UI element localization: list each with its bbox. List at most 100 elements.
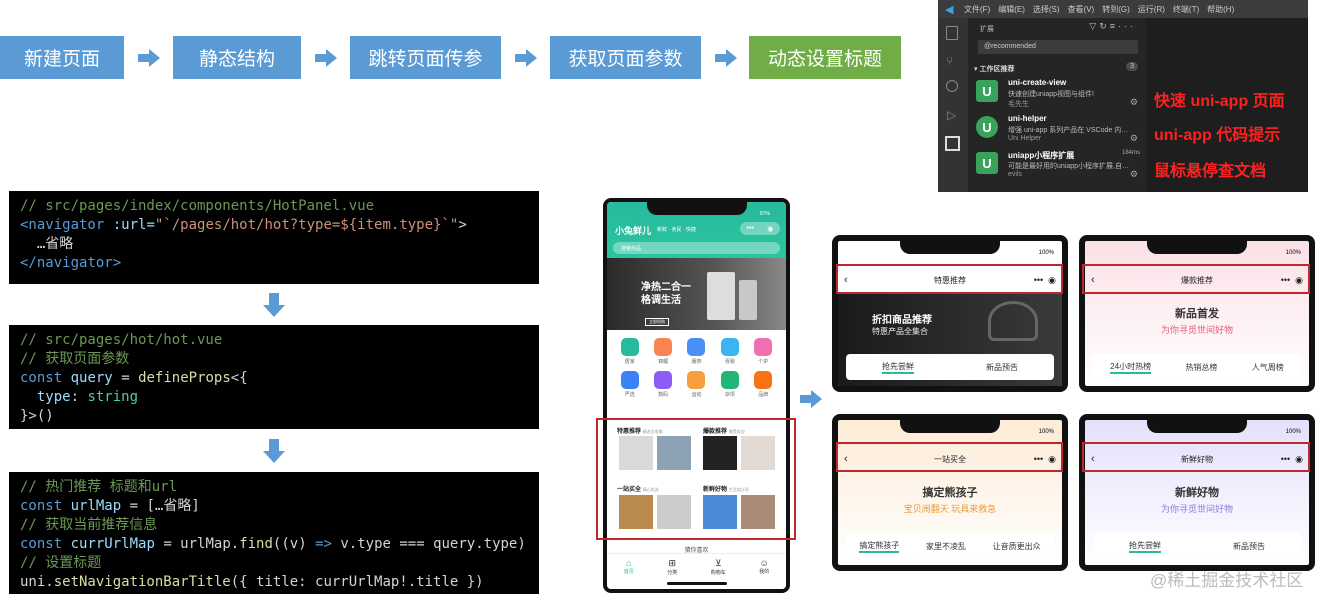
battery: 100% <box>1038 250 1054 256</box>
sub-tab[interactable]: 搞定熊孩子 <box>859 540 900 553</box>
sub-tabs: 搞定熊孩子 家里不凌乱 让音质更出众 <box>846 533 1054 559</box>
sub-tabs: 抢先尝鲜 新品预告 <box>1093 533 1301 559</box>
banner-title: 新品首发 <box>1175 308 1219 320</box>
banner-title: 搞定熊孩子 <box>922 487 978 499</box>
down-arrow-icon <box>263 439 285 463</box>
note-code-hints: uni-app 代码提示 <box>1154 127 1281 144</box>
extension-item[interactable]: U uni-helper 增强 uni-app 系列产品在 VSCode 内… … <box>974 112 1144 146</box>
search-input[interactable]: 搜索商品 <box>613 242 780 254</box>
nav-title-highlight <box>836 264 1063 294</box>
search-icon[interactable] <box>946 80 958 92</box>
watermark: @稀土掘金技术社区 <box>1150 571 1304 590</box>
tab-mine[interactable]: ☺ 我的 <box>759 558 769 589</box>
brand-slogan: 新鲜 · 亲民 · 快捷 <box>657 227 696 233</box>
explorer-icon[interactable] <box>946 26 958 40</box>
step-get-params: 获取页面参数 <box>550 36 701 79</box>
workspace-recommended-header[interactable]: ▾ 工作区推荐 <box>974 64 1014 74</box>
capsule-button[interactable]: ••• ◉ <box>740 222 780 235</box>
category-item[interactable]: 严选 <box>613 371 646 398</box>
home-indicator <box>667 582 727 585</box>
menu-run[interactable]: 运行(R) <box>1138 4 1165 15</box>
menu-terminal[interactable]: 终端(T) <box>1173 4 1199 15</box>
banner[interactable]: 净热二合一 格调生活 立即抢购 <box>607 258 786 330</box>
product-image <box>988 301 1038 341</box>
uni-helper-icon: U <box>976 116 998 138</box>
gear-icon[interactable]: ⚙ <box>1130 133 1138 144</box>
gear-icon[interactable]: ⚙ <box>1130 97 1138 108</box>
right-arrow-icon <box>715 49 737 67</box>
battery: 87% <box>759 211 770 217</box>
banner-button[interactable]: 立即抢购 <box>645 318 669 326</box>
extensions-icon[interactable] <box>945 136 960 151</box>
right-arrow-icon <box>138 49 160 67</box>
vscode-logo-icon: ◀ <box>945 4 954 16</box>
menu-edit[interactable]: 编辑(E) <box>998 4 1025 15</box>
category-item[interactable]: 数码 <box>646 371 679 398</box>
sub-tab[interactable]: 抢先尝鲜 <box>882 361 914 374</box>
note-quick-page: 快速 uni-app 页面 <box>1154 93 1285 110</box>
extensions-header: 扩展 <box>980 26 994 33</box>
phone-notch <box>900 241 1000 254</box>
uni-create-view-icon: U <box>976 80 998 102</box>
code-block-hot-vue: // src/pages/hot/hot.vue // 获取页面参数 const… <box>9 325 539 429</box>
extension-item[interactable]: U uni-create-view 快速创建uniapp视图与组件! 毛先生 ⚙ <box>974 76 1144 110</box>
hot-panel-highlight <box>596 418 796 540</box>
gear-icon[interactable]: ⚙ <box>1130 169 1138 180</box>
hot-page-phone: 100% ‹ 爆款推荐 ••• ◉ 新品首发 为你寻觅世间好物 24小时热榜 热… <box>1079 235 1315 392</box>
run-debug-icon[interactable]: ▷ <box>947 108 956 122</box>
activity-bar: ⑂ ▷ <box>938 18 968 192</box>
category-item[interactable]: 锦鲤 <box>646 338 679 365</box>
tab-home[interactable]: ⌂ 首页 <box>624 558 634 589</box>
menu-help[interactable]: 帮助(H) <box>1207 4 1234 15</box>
step-navigate-params: 跳转页面传参 <box>350 36 501 79</box>
sub-tab[interactable]: 新品预告 <box>986 362 1018 373</box>
category-item[interactable]: 杂项 <box>713 371 746 398</box>
menu-view[interactable]: 查看(V) <box>1068 4 1095 15</box>
battery: 100% <box>1285 429 1301 435</box>
banner-title: 新鲜好物 <box>1175 487 1219 499</box>
nav-title-highlight <box>836 442 1063 472</box>
extension-item[interactable]: U uniapp小程序扩展 184ms 可能是最好用的uniapp小程序扩展,自… <box>974 148 1144 182</box>
banner-subtitle: 特惠产品全集合 <box>872 327 928 336</box>
sub-tab[interactable]: 热销总榜 <box>1185 362 1217 373</box>
nav-title-highlight <box>1082 264 1310 294</box>
menu-file[interactable]: 文件(F) <box>964 4 990 15</box>
menu-selection[interactable]: 选择(S) <box>1033 4 1060 15</box>
hot-page-phone: 100% ‹ 特惠推荐 ••• ◉ 折扣商品推荐 特惠产品全集合 抢先尝鲜 新品… <box>832 235 1068 392</box>
panel-actions: ▽↻≡··· <box>1089 21 1136 31</box>
banner-title: 折扣商品推荐 <box>872 315 932 326</box>
sub-tab[interactable]: 让音质更出众 <box>993 541 1041 552</box>
section-count-badge: 3 <box>1126 62 1138 71</box>
hot-page-phone: 100% ‹ 一站买全 ••• ◉ 搞定熊孩子 宝贝闹翻天 玩具来救急 搞定熊孩… <box>832 414 1068 571</box>
sub-tab[interactable]: 人气周榜 <box>1252 362 1284 373</box>
extension-search-input[interactable]: @recommended <box>978 40 1138 54</box>
step-static-structure: 静态结构 <box>173 36 301 79</box>
sub-tab[interactable]: 新品预告 <box>1233 541 1265 552</box>
sub-tab[interactable]: 家里不凌乱 <box>926 541 966 552</box>
battery: 100% <box>1285 250 1301 256</box>
menu-go[interactable]: 转到(G) <box>1102 4 1130 15</box>
category-item[interactable]: 个护 <box>747 338 780 365</box>
category-item[interactable]: 服饰 <box>680 338 713 365</box>
category-item[interactable]: 居家 <box>613 338 646 365</box>
code-block-hotpanel: // src/pages/index/components/HotPanel.v… <box>9 191 539 284</box>
category-item[interactable]: 运动 <box>680 371 713 398</box>
banner-subtitle: 为你寻觅世间好物 <box>1160 325 1233 335</box>
right-arrow-icon <box>315 49 337 67</box>
source-control-icon[interactable]: ⑂ <box>946 54 958 68</box>
sub-tab[interactable]: 抢先尝鲜 <box>1129 540 1161 553</box>
banner-title-2: 格调生活 <box>641 295 681 306</box>
nav-title-highlight <box>1082 442 1310 472</box>
brand-logo: 小兔鲜儿 <box>615 226 652 236</box>
vscode-window: ◀ 文件(F) 编辑(E) 选择(S) 查看(V) 转到(G) 运行(R) 终端… <box>938 0 1308 192</box>
uniapp-miniprogram-icon: U <box>976 152 998 174</box>
category-item[interactable]: 品牌 <box>747 371 780 398</box>
sub-tab[interactable]: 24小时热榜 <box>1110 361 1152 374</box>
code-block-set-title: // 热门推荐 标题和url const urlMap = […省略] // 获… <box>9 472 539 594</box>
phone-notch <box>646 202 747 215</box>
hot-page-phone: 100% ‹ 新鲜好物 ••• ◉ 新鲜好物 为你寻觅世间好物 抢先尝鲜 新品预… <box>1079 414 1315 571</box>
right-arrow-icon <box>515 49 537 67</box>
phone-header: 87% 小兔鲜儿 新鲜 · 亲民 · 快捷 ••• ◉ 搜索商品 <box>607 202 786 258</box>
sub-tabs: 抢先尝鲜 新品预告 <box>846 354 1054 380</box>
category-item[interactable]: 母婴 <box>713 338 746 365</box>
